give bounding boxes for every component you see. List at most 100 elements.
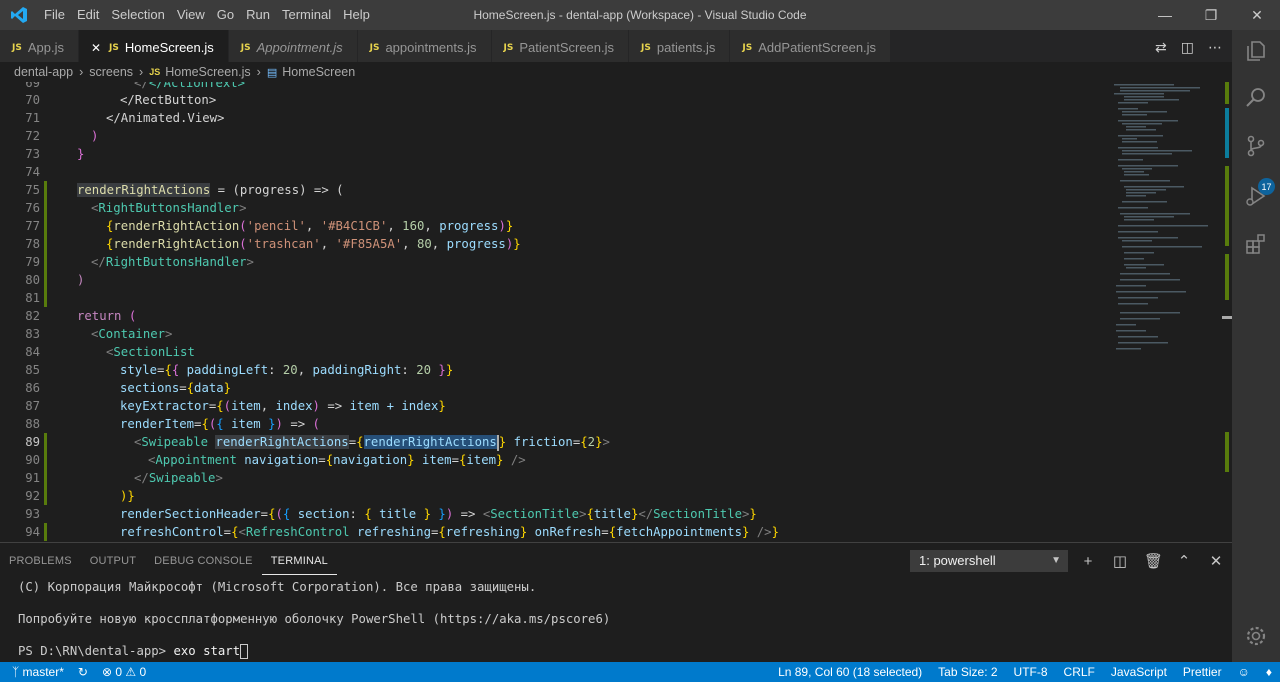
breadcrumb-folder[interactable]: screens (89, 65, 133, 79)
chevron-right-icon: › (256, 65, 261, 79)
breadcrumb-file[interactable]: HomeScreen.js (165, 65, 250, 79)
menu-go[interactable]: Go (211, 0, 240, 30)
code-line: 86 sections={data} (25, 381, 232, 395)
chevron-down-icon: ▼ (1051, 555, 1061, 566)
tab-debug-console[interactable]: DEBUG CONSOLE (145, 543, 262, 579)
code-line: 72) (25, 129, 99, 143)
code-line: 88 renderItem={({ item }) => ( (25, 417, 320, 431)
more-actions-icon[interactable]: ⋯ (1208, 39, 1222, 56)
activity-bar: 17 (1232, 30, 1280, 662)
notifications-bell-icon[interactable]: ♦ (1266, 665, 1272, 679)
tab-appointments-js[interactable]: JS appointments.js (357, 30, 492, 65)
tab-output[interactable]: OUTPUT (81, 543, 145, 579)
new-terminal-icon[interactable]: + (1080, 553, 1096, 570)
split-terminal-icon[interactable]: ◫ (1112, 552, 1128, 570)
feedback-icon[interactable]: ☺ (1238, 665, 1250, 679)
formatter[interactable]: Prettier (1183, 665, 1222, 679)
sync-icon[interactable]: ↻ (78, 665, 88, 679)
js-file-icon: JS (742, 42, 753, 53)
close-tab-icon[interactable]: ✕ (91, 41, 101, 55)
terminal-command: exo start (173, 644, 241, 658)
source-control-icon[interactable] (1244, 134, 1268, 158)
menu-bar: File Edit Selection View Go Run Terminal… (38, 0, 376, 30)
code-line: 73} (25, 147, 85, 161)
error-icon: ⊗ (101, 665, 113, 679)
warning-icon: ⚠ (125, 665, 137, 679)
code-line: 77 {renderRightAction('pencil', '#B4C1CB'… (25, 217, 514, 235)
chevron-right-icon: › (79, 65, 84, 79)
js-file-icon: JS (109, 42, 119, 53)
code-line: 91 </Swipeable> (25, 469, 223, 487)
maximize-icon[interactable]: ❐ (1188, 0, 1234, 30)
tab-patientscreen-js[interactable]: JS PatientScreen.js (491, 30, 630, 65)
minimize-icon[interactable]: — (1142, 0, 1188, 30)
tab-app-js[interactable]: JS App.js (0, 30, 79, 65)
menu-selection[interactable]: Selection (105, 0, 170, 30)
chevron-right-icon: › (139, 65, 144, 79)
terminal-prompt-line: PS D:\RN\dental-app> exo start (18, 643, 610, 659)
compare-changes-icon[interactable]: ⇄ (1155, 39, 1167, 56)
code-line: 89 <Swipeable renderRightActions={renderR… (25, 433, 610, 451)
window-controls: — ❐ ✕ (1142, 0, 1280, 30)
menu-view[interactable]: View (171, 0, 211, 30)
code-line: 75 renderRightActions = (progress) => ( (25, 181, 344, 199)
tab-patients-js[interactable]: JS patients.js (629, 30, 731, 65)
trash-icon[interactable]: 🗑 (1144, 552, 1163, 570)
code-editor[interactable]: 69 </</ActionText> 70 </RectButton> 71 </An… (0, 82, 1110, 542)
terminal-line: (C) Корпорация Майкрософт (Microsoft Cor… (18, 580, 537, 594)
editor-tabs: JS App.js ✕ JS HomeScreen.js JS Appointment.… (0, 30, 1232, 65)
maximize-panel-icon[interactable]: ⌃ (1176, 552, 1192, 570)
line-endings[interactable]: CRLF (1064, 665, 1095, 679)
bottom-panel: PROBLEMS OUTPUT DEBUG CONSOLE TERMINAL 1… (0, 542, 1232, 662)
menu-run[interactable]: Run (240, 0, 276, 30)
run-debug-icon[interactable] (1244, 184, 1268, 208)
tab-homescreen-js[interactable]: ✕ JS HomeScreen.js (78, 30, 229, 65)
tab-addpatientscreen-js[interactable]: JS AddPatientScreen.js (730, 30, 892, 65)
settings-gear-icon[interactable] (1244, 624, 1268, 648)
breadcrumb-symbol[interactable]: HomeScreen (282, 65, 355, 79)
overview-ruler[interactable] (1222, 82, 1232, 542)
cursor-position[interactable]: Ln 89, Col 60 (18 selected) (778, 665, 922, 679)
search-icon[interactable] (1244, 86, 1268, 110)
close-window-icon[interactable]: ✕ (1234, 0, 1280, 30)
language-mode[interactable]: JavaScript (1111, 665, 1167, 679)
menu-edit[interactable]: Edit (71, 0, 105, 30)
problems-item[interactable]: ⊗ 0 ⚠ 0 (102, 665, 146, 679)
git-branch-icon: ᛉ (12, 665, 20, 679)
extensions-icon[interactable] (1244, 232, 1268, 256)
terminal-shell-select[interactable]: 1: powershell ▼ (910, 550, 1068, 572)
status-bar: ᛉ master* ↻ ⊗ 0 ⚠ 0 Ln 89, Col 60 (18 se… (0, 662, 1280, 682)
code-line: 87 keyExtractor={(item, index) => item + … (25, 399, 446, 413)
close-panel-icon[interactable]: ✕ (1208, 552, 1224, 570)
js-file-icon: JS (369, 42, 380, 53)
terminal-prompt: PS D:\RN\dental-app> (18, 644, 174, 658)
terminal-line: Попробуйте новую кроссплатформенную обол… (18, 612, 611, 626)
menu-terminal[interactable]: Terminal (276, 0, 337, 30)
menu-help[interactable]: Help (337, 0, 376, 30)
terminal-cursor (240, 644, 249, 659)
tab-terminal[interactable]: TERMINAL (261, 548, 337, 575)
split-editor-icon[interactable]: ◫ (1181, 39, 1194, 56)
code-line: 70 </RectButton> (25, 93, 217, 107)
code-line: 85 style={{ paddingLeft: 20, paddingRight… (25, 363, 454, 377)
encoding[interactable]: UTF-8 (1014, 665, 1048, 679)
explorer-files-icon[interactable] (1244, 39, 1268, 63)
breadcrumb: dental-app › screens › JS HomeScreen.js … (0, 62, 1232, 82)
code-line: 93 renderSectionHeader={({ section: { tit… (25, 507, 757, 521)
tab-problems[interactable]: PROBLEMS (0, 543, 81, 579)
minimap[interactable] (1110, 82, 1222, 542)
tab-size[interactable]: Tab Size: 2 (938, 665, 997, 679)
terminal-output[interactable]: (C) Корпорация Майкрософт (Microsoft Cor… (18, 579, 610, 659)
symbol-class-icon: ▤ (266, 66, 278, 79)
editor-actions: ⇄ ◫ ⋯ (1155, 30, 1232, 65)
menu-file[interactable]: File (38, 0, 71, 30)
js-file-icon: JS (12, 42, 22, 53)
code-line: 92)} (25, 487, 135, 505)
tab-appointment-js[interactable]: JS Appointment.js (228, 30, 358, 65)
breadcrumb-root[interactable]: dental-app (14, 65, 73, 79)
branch-item[interactable]: ᛉ master* (12, 665, 64, 679)
js-file-icon: JS (149, 67, 161, 77)
title-bar: File Edit Selection View Go Run Terminal… (0, 0, 1280, 30)
